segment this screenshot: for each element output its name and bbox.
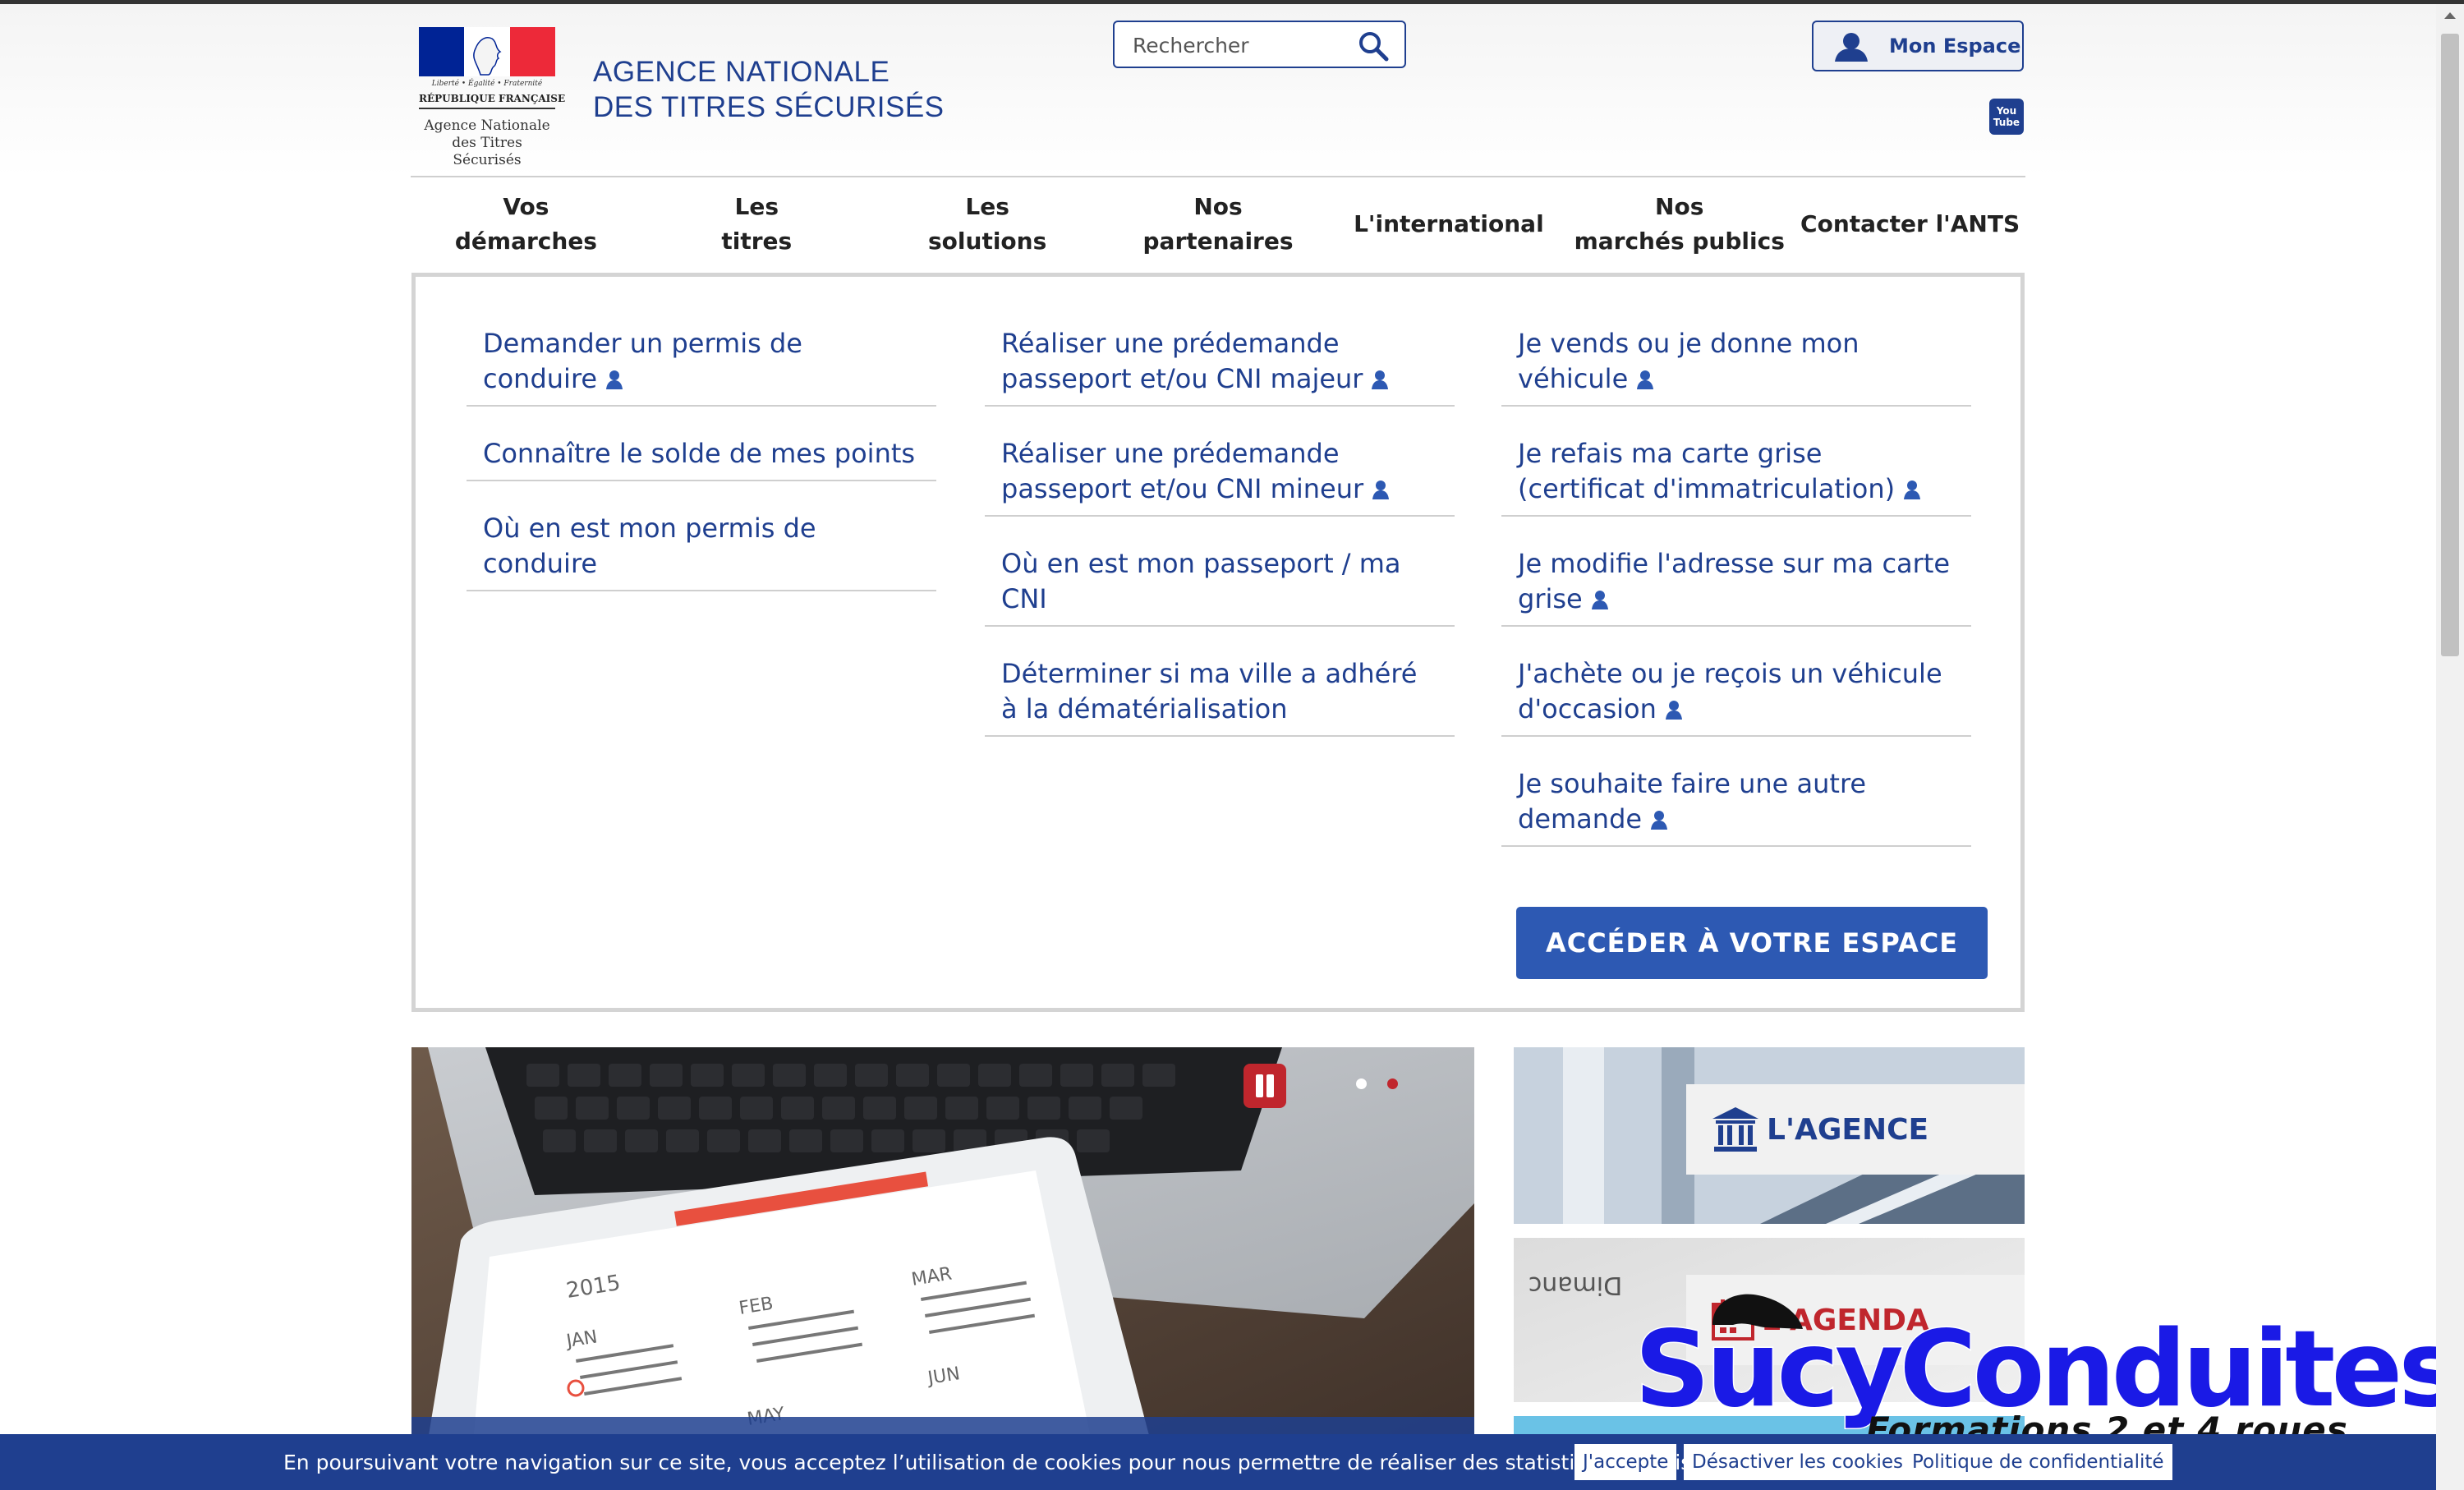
user-account-icon	[1372, 481, 1390, 499]
nav-item-nos-partenaires[interactable]: Nos partenaires	[1103, 177, 1334, 271]
user-account-icon	[1591, 591, 1608, 609]
scroll-up-arrow-icon[interactable]	[2444, 12, 2456, 19]
logo-agency-name: Agence Nationale des Titres Sécurisés	[419, 117, 555, 169]
tile-agenda-bg-text: Dimanc	[1528, 1271, 1623, 1299]
cookie-text: En poursuivant votre navigation sur ce s…	[283, 1451, 1735, 1474]
demarche-link[interactable]: Demander un permis de conduire	[467, 326, 936, 407]
demarche-link[interactable]: Je modifie l'adresse sur ma carte grise	[1501, 546, 1971, 627]
demarche-link[interactable]: Réaliser une prédemande passeport et/ou …	[985, 436, 1455, 517]
site-title[interactable]: AGENCE NATIONALE DES TITRES SÉCURISÉS	[593, 54, 945, 125]
nav-label-line1: Les	[965, 193, 1009, 220]
dropdown-column-vehicule: Je vends ou je donne mon véhicule Je refa…	[1501, 326, 1971, 876]
logo-motto: Liberté • Égalité • Fraternité	[431, 80, 543, 88]
cookie-banner: En poursuivant votre navigation sur ce s…	[0, 1434, 2436, 1490]
nav-label-line2: démarches	[454, 228, 597, 255]
mon-espace-button[interactable]: Mon Espace	[1812, 21, 2024, 71]
tile-agence[interactable]: L'AGENCE	[1514, 1047, 2025, 1224]
nav-item-international[interactable]: L'international	[1333, 177, 1564, 271]
demarches-dropdown: Demander un permis de conduire Connaître …	[411, 273, 2025, 1012]
bank-icon	[1712, 1107, 1758, 1152]
user-account-icon	[1904, 481, 1921, 499]
site-title-line1: AGENCE NATIONALE	[593, 56, 890, 88]
demarche-link-label: Je souhaite faire une autre demande	[1518, 768, 1867, 835]
cookie-accept-button[interactable]: J'accepte	[1574, 1444, 1677, 1480]
slider-pause-button[interactable]	[1243, 1064, 1286, 1108]
mon-espace-label: Mon Espace	[1889, 34, 2021, 57]
user-account-icon	[1637, 370, 1654, 389]
dropdown-column-permis: Demander un permis de conduire Connaître …	[467, 326, 936, 621]
demarche-link[interactable]: Déterminer si ma ville a adhéré à la dém…	[985, 656, 1455, 737]
demarche-link-label: Connaître le solde de mes points	[483, 438, 916, 469]
slider-dot-2[interactable]	[1387, 1078, 1398, 1089]
republique-francaise-logo[interactable]: Liberté • Égalité • Fraternité RÉPUBLIQU…	[419, 27, 565, 168]
nav-label-line2: solutions	[928, 228, 1047, 255]
slider-image: 2015 JAN FEB MAR MAY JUN	[411, 1047, 1474, 1490]
scrollbar-thumb[interactable]	[2441, 34, 2459, 656]
youtube-line1: You	[1996, 105, 2017, 117]
logo-agency-line1: Agence Nationale	[424, 117, 550, 134]
demarche-link[interactable]: Je refais ma carte grise (certificat d'i…	[1501, 436, 1971, 517]
user-account-icon	[1651, 811, 1668, 830]
cookie-policy-link[interactable]: Politique de confidentialité	[1904, 1444, 2172, 1480]
tile-agence-label: L'AGENCE	[1767, 1112, 1929, 1147]
user-account-icon	[606, 370, 623, 389]
search-icon[interactable]	[1357, 30, 1390, 62]
acceder-espace-button[interactable]: ACCÉDER À VOTRE ESPACE	[1516, 907, 1988, 979]
demarche-link[interactable]: Je vends ou je donne mon véhicule	[1501, 326, 1971, 407]
nav-label-line1: Nos	[1655, 193, 1704, 220]
nav-label-line1: Vos	[503, 193, 549, 220]
youtube-line2: Tube	[1993, 117, 2020, 128]
slider-dot-1[interactable]	[1356, 1078, 1367, 1089]
youtube-icon[interactable]: You Tube	[1989, 99, 2024, 135]
tricolor-flag	[419, 27, 555, 76]
sucyconduites-watermark: SucyConduites Formations 2 et 4 roues	[1633, 1294, 2462, 1450]
logo-republic: RÉPUBLIQUE FRANÇAISE	[419, 93, 565, 109]
nav-label-line1: Contacter l'ANTS	[1800, 210, 2020, 237]
cookie-disable-button[interactable]: Désactiver les cookies	[1684, 1444, 1911, 1480]
logo-agency-line2: des Titres Sécurisés	[452, 135, 522, 168]
nav-label-line2: marchés publics	[1574, 228, 1785, 255]
nav-item-les-solutions[interactable]: Les solutions	[872, 177, 1103, 271]
nav-label-line1: Les	[734, 193, 779, 220]
nav-label-line2: partenaires	[1142, 228, 1294, 255]
dropdown-column-passeport: Réaliser une prédemande passeport et/ou …	[985, 326, 1455, 766]
nav-label-line1: L'international	[1354, 210, 1544, 237]
demarche-link-label: Je modifie l'adresse sur ma carte grise	[1518, 548, 1951, 614]
nav-item-contacter-ants[interactable]: Contacter l'ANTS	[1795, 177, 2025, 271]
tile-agence-label-box: L'AGENCE	[1686, 1084, 2025, 1175]
demarche-link-label: Réaliser une prédemande passeport et/ou …	[1001, 438, 1364, 504]
home-slider[interactable]: 2015 JAN FEB MAR MAY JUN	[411, 1047, 1474, 1490]
demarche-link[interactable]: Où en est mon permis de conduire	[467, 511, 936, 591]
main-navigation: Vos démarches Les titres Les solutions Nos p…	[411, 177, 2025, 271]
demarche-link[interactable]: Je souhaite faire une autre demande	[1501, 766, 1971, 847]
demarche-link[interactable]: Connaître le solde de mes points	[467, 436, 936, 481]
demarche-link-label: Où en est mon permis de conduire	[483, 513, 816, 579]
nav-label-line1: Nos	[1193, 193, 1243, 220]
demarche-link-label: Demander un permis de conduire	[483, 328, 802, 394]
nav-item-les-titres[interactable]: Les titres	[641, 177, 872, 271]
user-icon	[1835, 33, 1868, 62]
demarche-link-label: J'achète ou je reçois un véhicule d'occa…	[1518, 658, 1942, 724]
vertical-scrollbar[interactable]	[2436, 4, 2464, 1490]
demarche-link[interactable]: Où en est mon passeport / ma CNI	[985, 546, 1455, 627]
nav-item-marches-publics[interactable]: Nos marchés publics	[1564, 177, 1795, 271]
user-account-icon	[1372, 370, 1389, 389]
demarche-link-label: Réaliser une prédemande passeport et/ou …	[1001, 328, 1363, 394]
demarche-link-label: Je vends ou je donne mon véhicule	[1518, 328, 1859, 394]
user-account-icon	[1665, 701, 1682, 720]
nav-item-vos-demarches[interactable]: Vos démarches	[411, 177, 641, 271]
demarche-link-label: Où en est mon passeport / ma CNI	[1001, 548, 1401, 614]
search-input[interactable]	[1131, 30, 1348, 60]
demarche-link-label: Je refais ma carte grise (certificat d'i…	[1518, 438, 1896, 504]
demarche-link[interactable]: J'achète ou je reçois un véhicule d'occa…	[1501, 656, 1971, 737]
site-title-line2: DES TITRES SÉCURISÉS	[593, 91, 945, 123]
demarche-link[interactable]: Réaliser une prédemande passeport et/ou …	[985, 326, 1455, 407]
nav-label-line2: titres	[721, 228, 793, 255]
search-box	[1113, 21, 1406, 68]
demarche-link-label: Déterminer si ma ville a adhéré à la dém…	[1001, 658, 1418, 724]
marianne-profile-icon	[473, 37, 502, 76]
